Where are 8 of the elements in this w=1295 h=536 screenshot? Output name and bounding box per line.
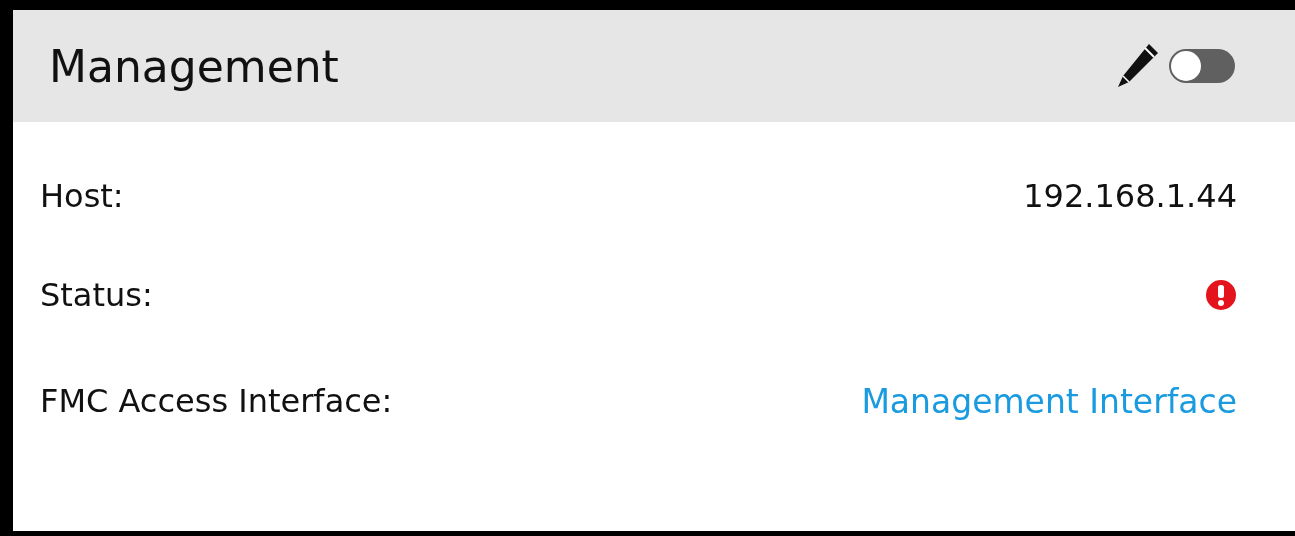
toggle-switch[interactable] — [1169, 49, 1235, 83]
panel-title: Management — [49, 40, 339, 92]
interface-link[interactable]: Management Interface — [861, 381, 1237, 421]
error-icon — [1205, 279, 1237, 311]
field-label: Status: — [40, 276, 153, 314]
field-label: FMC Access Interface: — [40, 382, 393, 420]
field-label: Host: — [40, 177, 124, 215]
field-value: 192.168.1.44 — [1023, 177, 1237, 215]
